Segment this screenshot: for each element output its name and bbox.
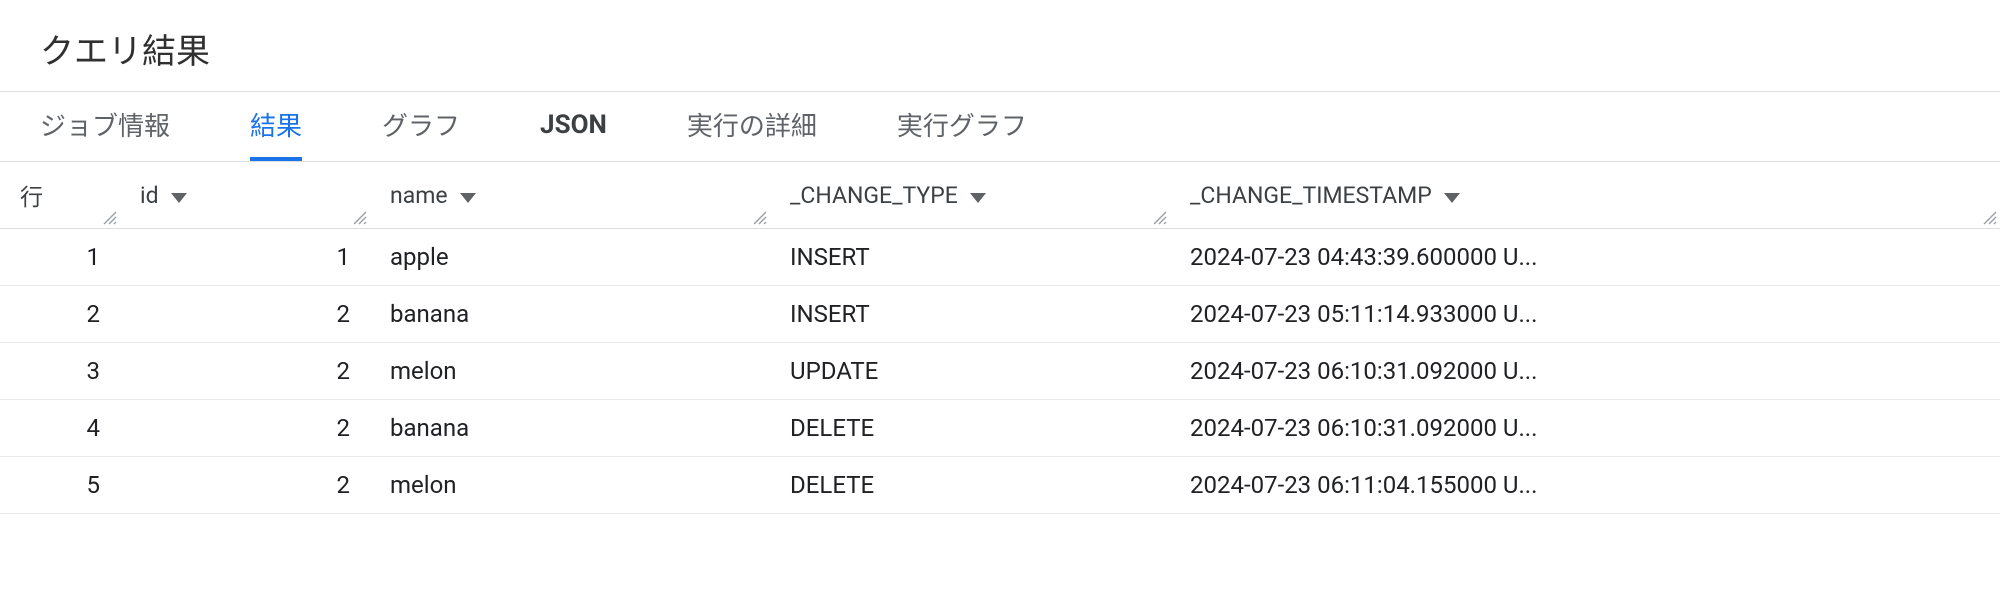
tab-json[interactable]: JSON [540, 92, 607, 161]
tab-chart[interactable]: グラフ [382, 92, 460, 161]
column-label: name [390, 182, 448, 209]
resize-handle-icon[interactable] [1152, 210, 1168, 226]
column-label: _CHANGE_TYPE [790, 182, 958, 209]
resize-handle-icon[interactable] [102, 210, 118, 226]
tabs-bar: ジョブ情報 結果 グラフ JSON 実行の詳細 実行グラフ [0, 92, 2000, 162]
cell-row: 1 [0, 229, 120, 286]
column-header-name[interactable]: name [370, 162, 770, 229]
page-title: クエリ結果 [40, 24, 1960, 73]
caret-down-icon [460, 182, 476, 209]
cell-id: 2 [120, 457, 370, 514]
cell-row: 4 [0, 400, 120, 457]
column-header-id[interactable]: id [120, 162, 370, 229]
cell-id: 2 [120, 286, 370, 343]
column-label: 行 [20, 178, 43, 212]
caret-down-icon [171, 182, 187, 209]
cell-name: banana [370, 286, 770, 343]
cell-row: 2 [0, 286, 120, 343]
cell-change-type: DELETE [770, 457, 1170, 514]
table-row[interactable]: 3 2 melon UPDATE 2024-07-23 06:10:31.092… [0, 343, 2000, 400]
table-row[interactable]: 2 2 banana INSERT 2024-07-23 05:11:14.93… [0, 286, 2000, 343]
tab-label: グラフ [382, 106, 460, 143]
tab-label: 実行の詳細 [687, 106, 817, 143]
cell-row: 3 [0, 343, 120, 400]
tab-exec-details[interactable]: 実行の詳細 [687, 92, 817, 161]
resize-handle-icon[interactable] [1982, 210, 1998, 226]
resize-handle-icon[interactable] [352, 210, 368, 226]
cell-name: apple [370, 229, 770, 286]
tab-job-info[interactable]: ジョブ情報 [40, 92, 170, 161]
caret-down-icon [1444, 182, 1460, 209]
column-label: _CHANGE_TIMESTAMP [1190, 182, 1432, 209]
tab-label: ジョブ情報 [40, 106, 170, 143]
column-header-row[interactable]: 行 [0, 162, 120, 229]
cell-change-type: INSERT [770, 229, 1170, 286]
cell-row: 5 [0, 457, 120, 514]
results-header: クエリ結果 [0, 0, 2000, 92]
cell-change-type: INSERT [770, 286, 1170, 343]
tab-label: JSON [540, 110, 607, 140]
cell-change-timestamp: 2024-07-23 06:10:31.092000 U... [1170, 400, 2000, 457]
cell-name: banana [370, 400, 770, 457]
results-table: 行 id [0, 162, 2000, 514]
tab-label: 結果 [250, 106, 302, 143]
cell-name: melon [370, 343, 770, 400]
column-label: id [140, 182, 159, 209]
cell-change-type: DELETE [770, 400, 1170, 457]
column-header-change-type[interactable]: _CHANGE_TYPE [770, 162, 1170, 229]
table-row[interactable]: 1 1 apple INSERT 2024-07-23 04:43:39.600… [0, 229, 2000, 286]
tab-label: 実行グラフ [897, 106, 1027, 143]
cell-id: 2 [120, 343, 370, 400]
tab-results[interactable]: 結果 [250, 92, 302, 161]
cell-id: 2 [120, 400, 370, 457]
table-header-row: 行 id [0, 162, 2000, 229]
cell-change-timestamp: 2024-07-23 05:11:14.933000 U... [1170, 286, 2000, 343]
tab-exec-graph[interactable]: 実行グラフ [897, 92, 1027, 161]
cell-id: 1 [120, 229, 370, 286]
column-header-change-timestamp[interactable]: _CHANGE_TIMESTAMP [1170, 162, 2000, 229]
cell-change-timestamp: 2024-07-23 06:10:31.092000 U... [1170, 343, 2000, 400]
cell-change-timestamp: 2024-07-23 04:43:39.600000 U... [1170, 229, 2000, 286]
cell-change-type: UPDATE [770, 343, 1170, 400]
cell-change-timestamp: 2024-07-23 06:11:04.155000 U... [1170, 457, 2000, 514]
cell-name: melon [370, 457, 770, 514]
caret-down-icon [970, 182, 986, 209]
table-row[interactable]: 4 2 banana DELETE 2024-07-23 06:10:31.09… [0, 400, 2000, 457]
resize-handle-icon[interactable] [752, 210, 768, 226]
table-row[interactable]: 5 2 melon DELETE 2024-07-23 06:11:04.155… [0, 457, 2000, 514]
